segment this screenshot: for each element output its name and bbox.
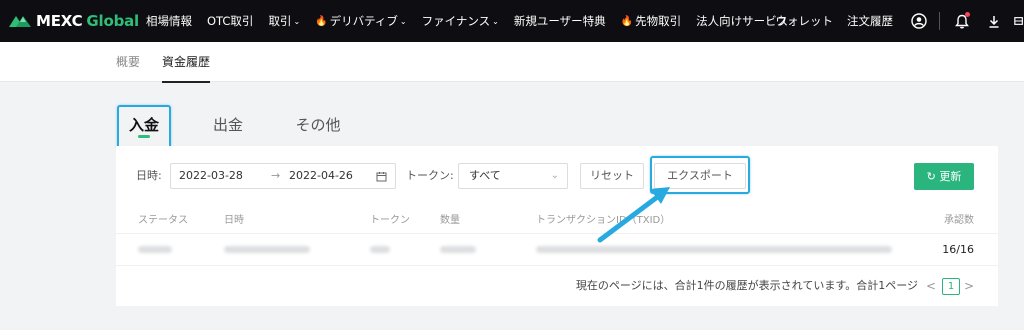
download-icon[interactable]	[982, 9, 1006, 33]
nav-futures-label: 先物取引	[635, 14, 682, 28]
start-date: 2022-03-28	[179, 169, 243, 182]
col-token: トークン	[370, 215, 410, 226]
logo-suffix: Global	[86, 12, 139, 30]
pagination-summary: 現在のページには、合計1件の履歴が表示されています。合計1ページ	[575, 279, 918, 292]
refresh-label: 更新	[939, 170, 962, 183]
export-button[interactable]: エクスポート	[654, 163, 746, 189]
mexc-logo[interactable]: MEXC Global	[8, 12, 139, 30]
deposit-history-panel: 日時: 2022-03-28 → 2022-04-26 トークン: すべて ⌄ …	[116, 146, 998, 306]
date-range-picker[interactable]: 2022-03-28 → 2022-04-26	[170, 163, 396, 189]
nav-institutional-label: 法人向けサービス	[696, 14, 789, 28]
nav-trade[interactable]: 取引 ⌄	[268, 13, 300, 29]
chevron-down-icon: ⌄	[550, 170, 559, 181]
table-row: 16/16	[116, 234, 998, 266]
language-icon[interactable]	[1014, 9, 1024, 33]
nav-new-user[interactable]: 新規ユーザー特典	[514, 13, 606, 29]
fund-tabs: 入金 出金 その他	[0, 100, 1024, 146]
nav-otc-label: OTC取引	[207, 14, 254, 28]
chevron-down-icon: ⌄	[399, 16, 407, 26]
nav-futures[interactable]: 🔥 先物取引	[621, 13, 681, 29]
tab-other[interactable]: その他	[290, 100, 346, 146]
prev-page-button[interactable]: <	[926, 266, 936, 306]
bell-icon[interactable]	[950, 9, 974, 33]
chevron-down-icon: ⌄	[293, 16, 301, 26]
refresh-button[interactable]: ↻ 更新	[914, 163, 974, 190]
date-arrow: →	[271, 169, 281, 182]
tab-other-label: その他	[295, 116, 341, 134]
active-tab-indicator	[138, 135, 150, 138]
cell-token-redacted	[370, 234, 390, 266]
cell-status-redacted	[138, 234, 172, 266]
cell-confirmations: 16/16	[942, 243, 974, 256]
calendar-icon	[376, 164, 387, 191]
tab-deposit-label: 入金	[128, 116, 159, 134]
fire-icon: 🔥	[620, 15, 634, 27]
fire-icon: 🔥	[315, 15, 328, 27]
sub-nav: 概要 資金履歴	[0, 42, 1024, 83]
chevron-down-icon: ⌄	[492, 16, 499, 26]
nav-orders[interactable]: 注文履歴	[847, 13, 893, 29]
col-amount: 数量	[440, 215, 460, 226]
nav-otc[interactable]: OTC取引	[207, 13, 253, 29]
nav-new-user-label: 新規ユーザー特典	[513, 14, 606, 28]
nav-finance-label: ファイナンス	[421, 14, 491, 28]
col-txid: トランザクションID（TXID）	[536, 215, 671, 226]
nav-wallet-label: ウォレット	[775, 14, 834, 28]
nav-derivatives-label: デリバティブ	[329, 14, 398, 28]
logo-text: MEXC	[36, 12, 83, 30]
cell-time-redacted	[224, 234, 310, 266]
tab-withdraw-label: 出金	[212, 116, 243, 134]
nav-orders-label: 注文履歴	[847, 14, 893, 28]
token-select-value: すべて	[469, 169, 501, 182]
nav-wallet[interactable]: ウォレット	[776, 13, 834, 29]
col-time: 日時	[224, 215, 244, 226]
next-page-button[interactable]: >	[964, 266, 974, 306]
col-confirmations: 承認数	[944, 215, 974, 226]
end-date: 2022-04-26	[289, 169, 353, 182]
mexc-logo-icon	[9, 16, 31, 27]
page-number-button[interactable]: 1	[942, 278, 960, 295]
cell-amount-redacted	[440, 234, 476, 266]
cell-txid-redacted	[536, 234, 892, 266]
reset-button[interactable]: リセット	[580, 163, 644, 189]
tab-fund-history[interactable]: 資金履歴	[162, 42, 211, 83]
tab-deposit[interactable]: 入金	[118, 100, 170, 146]
nav-finance[interactable]: ファイナンス ⌄	[422, 13, 499, 29]
top-nav: MEXC Global 相場情報 OTC取引 取引 ⌄ 🔥 デリバティブ ⌄ ファイナ…	[0, 0, 1024, 42]
tab-overview[interactable]: 概要	[116, 42, 140, 82]
notification-dot	[965, 12, 970, 17]
user-icon[interactable]	[907, 9, 931, 33]
token-label: トークン:	[406, 169, 454, 182]
nav-institutional[interactable]: 法人向けサービス	[696, 13, 788, 29]
nav-derivatives[interactable]: 🔥 デリバティブ ⌄	[315, 13, 406, 29]
date-label: 日時:	[136, 169, 162, 182]
nav-market-label: 相場情報	[146, 14, 192, 28]
tab-withdraw[interactable]: 出金	[206, 100, 250, 146]
nav-trade-label: 取引	[268, 14, 292, 28]
table-header: ステータス 日時 トークン 数量 トランザクションID（TXID） 承認数	[116, 208, 998, 234]
token-select[interactable]: すべて ⌄	[458, 163, 568, 189]
refresh-icon: ↻	[926, 170, 936, 183]
col-status: ステータス	[138, 215, 188, 226]
nav-divider	[939, 12, 940, 30]
pagination: 現在のページには、合計1件の履歴が表示されています。合計1ページ < 1 >	[116, 266, 998, 306]
nav-market[interactable]: 相場情報	[146, 13, 192, 29]
